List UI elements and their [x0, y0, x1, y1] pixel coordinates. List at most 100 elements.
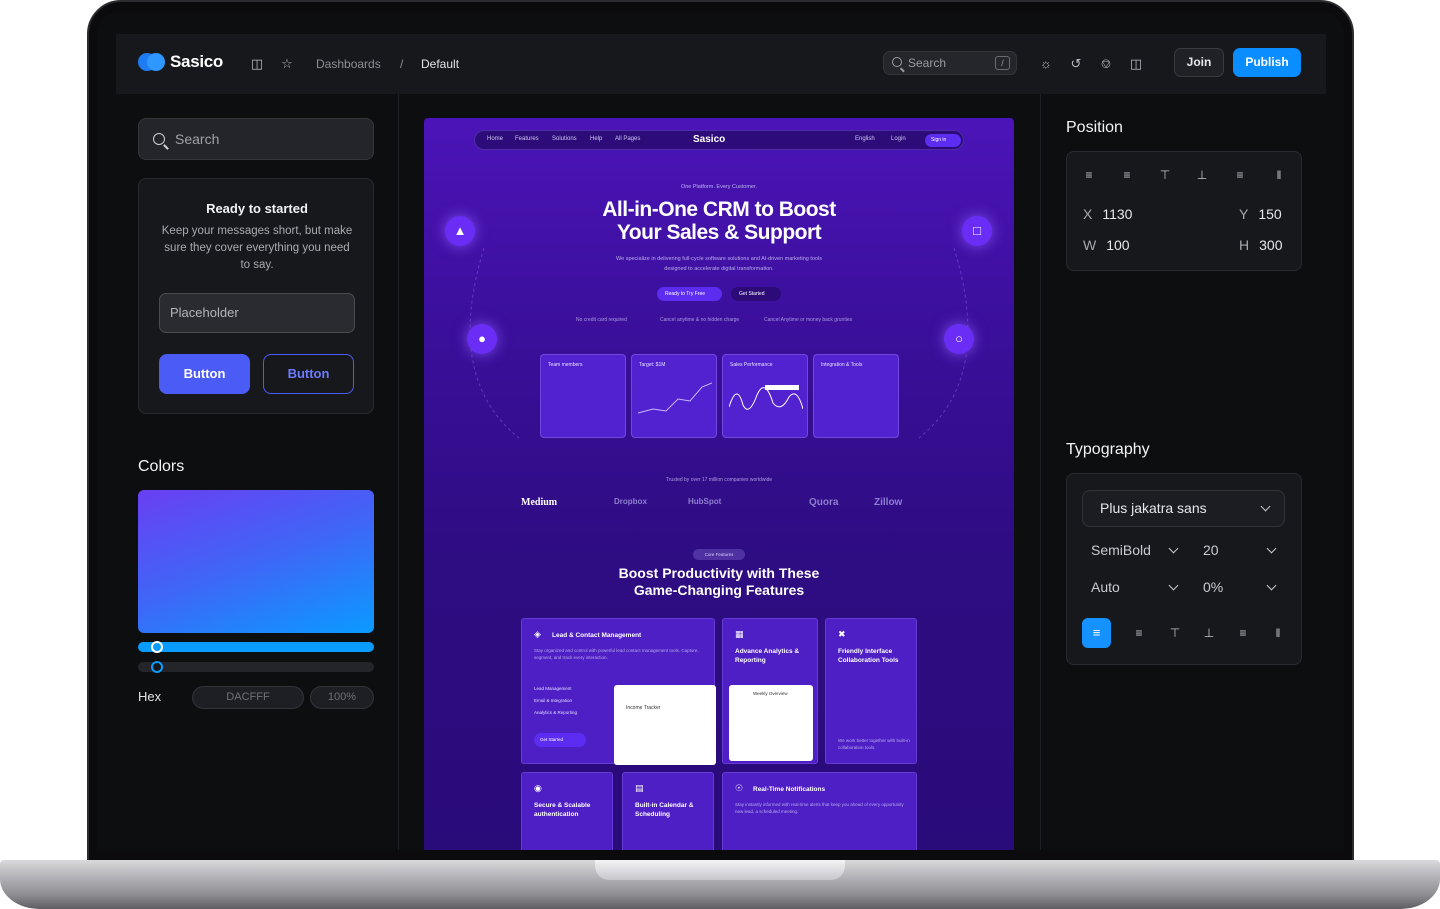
font-family-select[interactable]: Plus jakatra sans	[1082, 490, 1285, 527]
preview-cta-primary[interactable]: Ready to Try Free	[657, 287, 722, 301]
mini-card-title: Integration & Tools	[821, 362, 863, 368]
join-button[interactable]: Join	[1174, 48, 1224, 77]
sidebar-toggle-icon[interactable]: ◫	[249, 56, 265, 72]
logo[interactable]: Sasico	[138, 52, 223, 72]
component-card: Ready to started Keep your messages shor…	[138, 178, 374, 414]
preview-headline-line2: Your Sales & Support	[616, 221, 822, 244]
breadcrumb-dashboards[interactable]: Dashboards	[316, 56, 381, 72]
chart-icon: ▦	[735, 629, 744, 639]
brand-name: Sasico	[170, 52, 224, 71]
align-right-icon[interactable]: ≡	[1119, 167, 1135, 183]
left-search-input[interactable]: Search	[138, 118, 374, 160]
outline-button[interactable]: Button	[263, 354, 354, 394]
hue-slider[interactable]	[138, 641, 374, 653]
text-align-left-icon[interactable]: ≡	[1082, 618, 1111, 648]
preview-subtext: We specialize in delivering full-cycle s…	[616, 256, 822, 272]
text-distribute-icon[interactable]: ‖	[1270, 625, 1286, 641]
feature-title: Friendly Interface Collaboration Tools	[838, 648, 899, 664]
preview-nav-home[interactable]: Home	[487, 136, 503, 142]
website-preview-canvas[interactable]: Home Features Solutions Help All Pages S…	[424, 118, 1014, 850]
alpha-slider-handle[interactable]	[151, 661, 164, 673]
position-box: ≡ ≡ ⊤ ⊥ ≡ ‖ X 1130 Y 150 W 100 H 300	[1066, 151, 1302, 271]
sun-icon[interactable]: ☼	[1038, 56, 1054, 72]
y-field[interactable]: Y 150	[1239, 206, 1282, 222]
hex-input[interactable]: DACFFF	[192, 686, 304, 709]
alpha-slider[interactable]	[138, 661, 374, 673]
right-panel-divider	[1040, 94, 1041, 850]
preview-nav-allpages[interactable]: All Pages	[615, 136, 640, 142]
income-tracker-label: Income Tracker	[626, 705, 661, 711]
panel-toggle-icon[interactable]: ◫	[1128, 56, 1144, 72]
preview-headline: All-in-One CRM to Boost Your Sales & Sup…	[424, 198, 1014, 244]
line-height-select[interactable]: Auto	[1091, 579, 1120, 595]
breadcrumb-separator: /	[400, 57, 404, 71]
lock-icon: ◉	[534, 783, 542, 793]
w-field[interactable]: W 100	[1083, 237, 1130, 253]
font-size-select[interactable]: 20	[1203, 542, 1219, 558]
feature-list-1: Lead Management	[534, 686, 572, 691]
color-gradient-swatch[interactable]	[138, 490, 374, 633]
position-title: Position	[1066, 119, 1123, 136]
preview-nav-login[interactable]: Login	[891, 136, 906, 142]
mini-card-title: Target: $1M	[639, 362, 666, 368]
text-align-right-icon[interactable]: ≡	[1131, 625, 1147, 641]
align-left-icon[interactable]: ≡	[1081, 167, 1097, 183]
preview-section-title-line2: Game-Changing Features	[633, 582, 805, 598]
feature-cta[interactable]: Get Started	[534, 733, 586, 747]
mini-card-title: Sales Performance	[730, 362, 773, 368]
text-alignment-toolbar: ≡ ⊤ ⊥ ≡ ‖	[1131, 625, 1291, 645]
feature-desc: We work better together with built-in co…	[838, 738, 910, 750]
align-bottom-icon[interactable]: ⊥	[1194, 167, 1210, 183]
star-icon[interactable]: ☆	[279, 56, 295, 72]
preview-nav-language[interactable]: English	[855, 136, 875, 142]
layers-icon: ◈	[534, 629, 541, 639]
primary-button[interactable]: Button	[159, 354, 250, 394]
text-align-middle-icon[interactable]: ≡	[1235, 625, 1251, 641]
card-input-field[interactable]: Placeholder	[159, 293, 355, 333]
align-middle-icon[interactable]: ≡	[1232, 167, 1248, 183]
feature-card-analytics: ▦ Advance Analytics & Reporting Weekly O…	[722, 618, 818, 764]
preview-nav-features[interactable]: Features	[515, 136, 539, 142]
text-align-bottom-icon[interactable]: ⊥	[1201, 625, 1217, 641]
align-top-icon[interactable]: ⊤	[1157, 167, 1173, 183]
calendar-icon: ▤	[635, 783, 644, 793]
preview-nav-help[interactable]: Help	[590, 136, 602, 142]
tools-icon: ✖	[838, 629, 846, 639]
x-field[interactable]: X 1130	[1083, 206, 1132, 222]
distribute-icon[interactable]: ‖	[1271, 167, 1287, 183]
rocket-icon: ▲	[445, 216, 475, 246]
laptop-mockup: Sasico ◫ ☆ Dashboards / Default Search /…	[0, 0, 1440, 909]
preview-signin-button[interactable]: Sign in	[925, 134, 961, 147]
preview-mini-card-integration: Integration & Tools	[813, 354, 899, 438]
text-align-top-icon[interactable]: ⊤	[1167, 625, 1183, 641]
feature-card-secure: ◉ Secure & Scalable authentication	[521, 772, 613, 850]
y-label: Y	[1239, 206, 1249, 222]
typography-title: Typography	[1066, 441, 1150, 458]
preview-mini-card-sales: Sales Performance	[722, 354, 808, 438]
x-label: X	[1083, 206, 1093, 222]
chat-icon: □	[962, 216, 992, 246]
message-icon: ○	[944, 324, 974, 354]
preview-eyebrow: One Platform. Every Customer.	[680, 184, 758, 190]
top-bar: Sasico ◫ ☆ Dashboards / Default Search /…	[116, 34, 1326, 94]
h-field[interactable]: H 300	[1239, 237, 1282, 253]
broadcast-icon: ☉	[735, 783, 744, 793]
letter-spacing-select[interactable]: 0%	[1203, 579, 1223, 595]
history-icon[interactable]: ↺	[1068, 56, 1084, 72]
preview-mini-card-target: Target: $1M	[631, 354, 717, 438]
bell-icon[interactable]: ⎊	[1098, 56, 1114, 72]
feature-title: Built-in Calendar & Scheduling	[635, 802, 694, 818]
breadcrumb-default[interactable]: Default	[421, 56, 459, 72]
zillow-logo: Zillow	[874, 497, 903, 508]
preview-navbar: Home Features Solutions Help All Pages S…	[474, 130, 964, 150]
preview-nav-solutions[interactable]: Solutions	[552, 136, 577, 142]
y-value: 150	[1258, 206, 1282, 222]
search-icon	[153, 133, 165, 145]
feature-list-2: Email & Integration	[534, 698, 573, 703]
hue-slider-handle[interactable]	[151, 641, 164, 653]
preview-cta-secondary[interactable]: Get Started	[731, 287, 781, 301]
font-weight-select[interactable]: SemiBold	[1091, 542, 1151, 558]
opacity-input[interactable]: 100%	[310, 686, 374, 709]
topbar-search-input[interactable]: Search /	[883, 51, 1017, 75]
publish-button[interactable]: Publish	[1233, 48, 1301, 77]
